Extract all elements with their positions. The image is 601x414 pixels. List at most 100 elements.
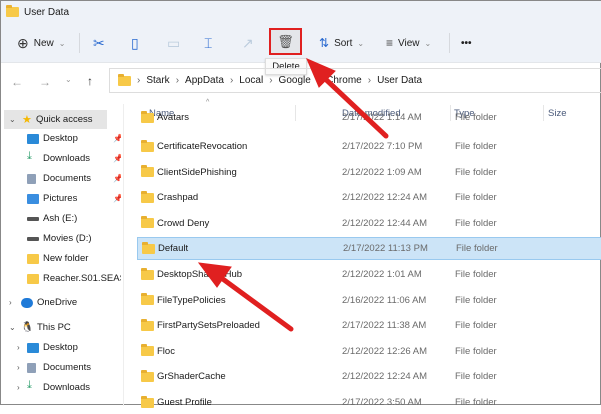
chevron-right-icon[interactable]: › xyxy=(17,363,20,372)
back-icon[interactable]: ← xyxy=(11,75,23,89)
file-type: File folder xyxy=(455,112,497,123)
folder-icon xyxy=(141,111,154,123)
more-options-button[interactable]: ••• xyxy=(461,31,472,55)
file-type: File folder xyxy=(455,192,497,204)
copy-button[interactable]: ▯ xyxy=(131,31,139,55)
folder-icon xyxy=(142,241,155,254)
rename-button[interactable]: ⌶ xyxy=(204,31,212,55)
sidebar-item[interactable]: ⤓ Downloads 📌 xyxy=(1,149,121,168)
divider xyxy=(449,33,450,53)
chevron-down-icon[interactable]: ⌄ xyxy=(9,115,16,124)
file-name: GrShaderCache xyxy=(157,371,226,383)
sidebar-item[interactable]: Ash (E:) xyxy=(1,209,121,228)
sidebar-item[interactable]: › Desktop xyxy=(1,338,121,357)
view-button[interactable]: ≡ View ⌄ xyxy=(386,31,431,55)
file-row[interactable]: Default 2/17/2022 11:13 PM File folder xyxy=(137,237,601,261)
folder-icon xyxy=(27,274,39,284)
share-button[interactable]: ↗ xyxy=(242,31,254,55)
breadcrumb-item[interactable]: Stark xyxy=(146,75,169,86)
sidebar-item[interactable]: Desktop 📌 xyxy=(1,129,121,148)
breadcrumb-item[interactable]: Google xyxy=(279,75,311,86)
file-date: 2/17/2022 3:50 AM xyxy=(342,397,422,408)
title-bar: User Data xyxy=(1,1,601,23)
window-title: User Data xyxy=(24,6,70,18)
file-name: FirstPartySetsPreloaded xyxy=(157,320,260,332)
paste-button[interactable]: ▭ xyxy=(167,31,180,55)
chevron-right-icon[interactable]: › xyxy=(17,383,20,392)
plus-circle-icon: ⊕ xyxy=(17,34,29,51)
file-row[interactable]: GrShaderCache 2/12/2022 12:24 AM File fo… xyxy=(137,365,601,388)
trash-icon: 🗑 xyxy=(277,33,294,49)
folder-icon xyxy=(141,190,154,203)
cloud-icon xyxy=(21,298,33,308)
chevron-down-icon: ⌄ xyxy=(357,38,365,48)
file-name: Default xyxy=(158,243,189,255)
pin-icon[interactable]: 📌 xyxy=(113,154,121,163)
sidebar-item[interactable]: › ⤓ Downloads xyxy=(1,378,121,397)
sort-icon: ⇅ xyxy=(319,36,330,50)
sidebar-item[interactable]: › Documents xyxy=(1,358,121,377)
address-bar[interactable]: › Stark › AppData › Local › Google › Chrome ›… xyxy=(109,68,601,93)
breadcrumb-item[interactable]: Chrome xyxy=(326,75,362,86)
pin-icon[interactable]: 📌 xyxy=(113,174,121,183)
file-row[interactable]: FirstPartySetsPreloaded 2/17/2022 11:38 … xyxy=(137,314,601,337)
pin-icon[interactable]: 📌 xyxy=(113,194,121,203)
pin-icon[interactable]: 📌 xyxy=(113,134,121,143)
folder-icon xyxy=(6,5,19,17)
file-row[interactable]: DesktopSharingHub 2/12/2022 1:01 AM File… xyxy=(137,263,601,286)
sort-button[interactable]: ⇅ Sort ⌄ xyxy=(319,31,364,55)
chevron-right-icon[interactable]: › xyxy=(9,298,12,307)
file-name: Crashpad xyxy=(157,192,199,204)
rename-icon: ⌶ xyxy=(204,34,213,51)
navigation-pane: ⌄ ★ Quick access Desktop 📌 ⤓ Downloads 📌… xyxy=(1,104,124,406)
file-row[interactable]: FileTypePolicies 2/16/2022 11:06 AM File… xyxy=(137,289,601,312)
file-row[interactable]: Guest Profile 2/17/2022 3:50 AM File fol… xyxy=(137,391,601,414)
delete-button[interactable]: 🗑 xyxy=(269,28,302,55)
view-icon: ≡ xyxy=(386,36,394,50)
sidebar-item[interactable]: Pictures 📌 xyxy=(1,189,121,208)
folder-icon xyxy=(141,344,154,357)
chevron-down-icon: ⌄ xyxy=(58,38,66,48)
up-icon[interactable]: ↑ xyxy=(87,74,93,88)
file-date: 2/12/2022 12:24 AM xyxy=(342,192,428,204)
chevron-down-icon: ⌄ xyxy=(424,38,432,48)
folder-icon xyxy=(141,395,154,408)
chevron-right-icon[interactable]: › xyxy=(17,343,20,352)
file-type: File folder xyxy=(455,294,497,306)
file-row[interactable]: Crowd Deny 2/12/2022 12:44 AM File folde… xyxy=(137,212,601,235)
file-row[interactable]: Crashpad 2/12/2022 12:24 AM File folder xyxy=(137,186,601,209)
file-type: File folder xyxy=(455,217,497,229)
documents-icon xyxy=(27,363,36,373)
cut-button[interactable]: ✂ xyxy=(93,31,105,55)
sidebar-item[interactable]: Movies (D:) xyxy=(1,229,121,248)
sidebar-this-pc[interactable]: ⌄ 🐧 This PC xyxy=(1,318,121,337)
sidebar-item[interactable]: Reacher.S01.SEASO xyxy=(1,269,121,288)
file-row[interactable]: Avatars 2/17/2022 1:14 AM File folder xyxy=(137,109,601,123)
folder-icon xyxy=(141,267,154,280)
file-row[interactable]: CertificateRevocation 2/17/2022 7:10 PM … xyxy=(137,135,601,158)
file-name: Crowd Deny xyxy=(157,217,210,229)
chevron-down-icon[interactable]: ⌄ xyxy=(9,323,16,332)
recent-chevron-icon[interactable]: ⌄ xyxy=(65,75,72,84)
sidebar-item[interactable]: Documents 📌 xyxy=(1,169,121,188)
file-row[interactable]: ClientSidePhishing 2/12/2022 1:09 AM Fil… xyxy=(137,161,601,184)
sidebar-quick-access[interactable]: ⌄ ★ Quick access xyxy=(4,110,107,129)
file-type: File folder xyxy=(455,141,497,152)
file-type: File folder xyxy=(456,243,498,255)
forward-icon[interactable]: → xyxy=(39,75,51,89)
breadcrumb-item[interactable]: User Data xyxy=(377,75,422,86)
file-row[interactable]: Floc 2/12/2022 12:26 AM File folder xyxy=(137,340,601,363)
folder-icon xyxy=(141,369,154,382)
breadcrumb-item[interactable]: Local xyxy=(239,75,263,86)
sidebar-onedrive[interactable]: › OneDrive xyxy=(1,293,121,312)
file-type: File folder xyxy=(455,320,497,332)
star-icon: ★ xyxy=(22,114,32,126)
file-type: File folder xyxy=(455,371,497,383)
share-icon: ↗ xyxy=(242,34,254,51)
folder-icon xyxy=(141,165,154,178)
sidebar-item[interactable]: New folder xyxy=(1,249,121,268)
breadcrumb-item[interactable]: AppData xyxy=(185,75,224,86)
new-button[interactable]: ⊕ New ⌄ xyxy=(17,31,65,55)
file-type: File folder xyxy=(455,397,497,408)
file-name: Floc xyxy=(157,345,175,357)
